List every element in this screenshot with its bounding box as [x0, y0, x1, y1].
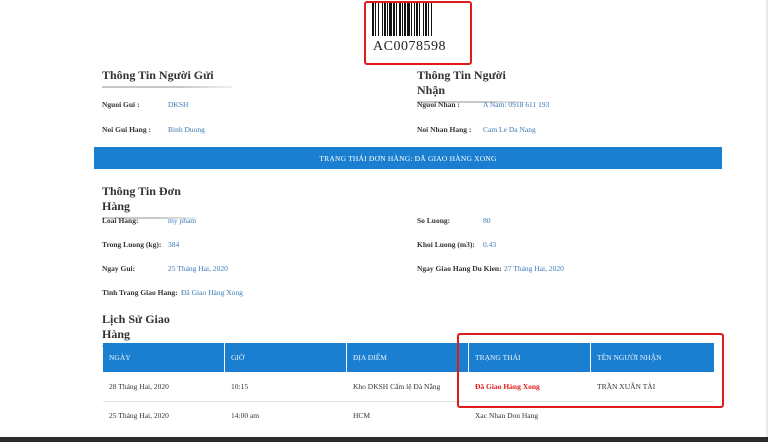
weight-value: 384: [168, 240, 180, 249]
goods-type-value: my pham: [168, 216, 197, 225]
sender-name-label: Nguoi Gui :: [102, 100, 140, 109]
send-date-label: Ngay Gui:: [102, 264, 136, 273]
delivery-status-value: Đã Giao Hàng Xong: [181, 288, 243, 297]
eta-label: Ngay Giao Hang Du Kien:: [417, 264, 502, 273]
receiver-place-label: Noi Nhan Hang :: [417, 125, 472, 134]
sender-heading: Thông Tin Người Gửi: [102, 68, 232, 91]
row1-time: 10:15: [231, 382, 249, 391]
eta-value: 27 Tháng Hai, 2020: [504, 264, 564, 273]
col-date: NGÀY: [103, 343, 225, 372]
quantity-value: 80: [483, 216, 491, 225]
order-status-banner: TRẠNG THÁI ĐƠN HÀNG: ĐÃ GIAO HÀNG XONG: [94, 147, 722, 169]
weight-label: Trong Luong (kg):: [102, 240, 162, 249]
barcode-image: [372, 3, 432, 36]
row2-status: Xac Nhan Don Hang: [475, 411, 539, 420]
goods-type-label: Loai Hang:: [102, 216, 139, 225]
receiver-name-label: Nguoi Nhan :: [417, 100, 460, 109]
col-time: GIỜ: [225, 343, 347, 372]
sender-place-value: Binh Duong: [168, 125, 205, 134]
col-location: ĐỊA ĐIỂM: [347, 343, 469, 372]
send-date-value: 25 Tháng Hai, 2020: [168, 264, 228, 273]
volume-label: Khoi Luong (m3):: [417, 240, 475, 249]
row1-date: 28 Tháng Hai, 2020: [109, 382, 169, 391]
row2-time: 14:00 am: [231, 411, 260, 420]
tracking-code: AC0078598: [373, 39, 446, 54]
sender-place-label: Noi Gui Hang :: [102, 125, 151, 134]
order-status-text: TRẠNG THÁI ĐƠN HÀNG: ĐÃ GIAO HÀNG XONG: [319, 153, 497, 163]
bottom-taskbar-edge: [0, 437, 768, 442]
row2-date: 25 Tháng Hai, 2020: [109, 411, 169, 420]
status-highlight-box: [457, 333, 724, 408]
delivery-status-label: Tinh Trang Giao Hang:: [102, 288, 178, 297]
volume-value: 0.43: [483, 240, 497, 249]
row1-location: Kho DKSH Cẩm lệ Đà Nẵng: [353, 382, 441, 391]
sender-name-value: DKSH: [168, 100, 189, 109]
receiver-name-value: A Nam: 0918 611 193: [483, 100, 550, 109]
receiver-place-value: Cam Le Da Nang: [483, 125, 536, 134]
row2-location: HCM: [353, 411, 371, 420]
quantity-label: So Luong:: [417, 216, 451, 225]
